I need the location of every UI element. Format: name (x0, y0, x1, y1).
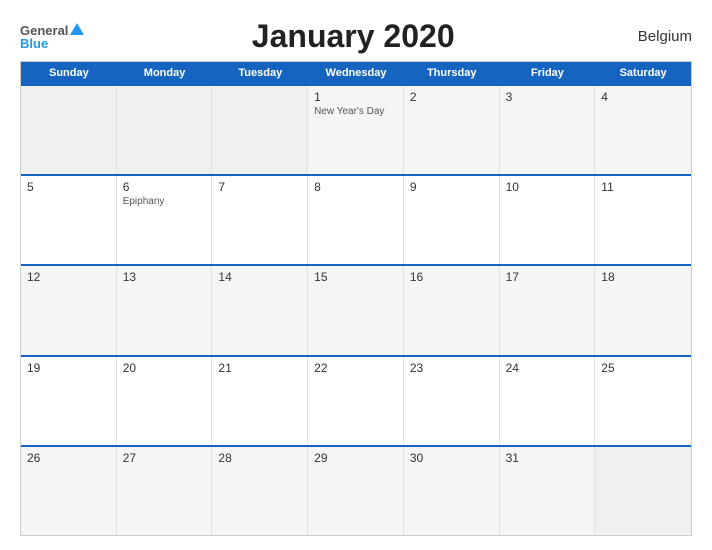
cell-day-number: 2 (410, 90, 493, 104)
cell-event-label: New Year's Day (314, 106, 397, 117)
cell-day-number: 30 (410, 451, 493, 465)
day-header-monday: Monday (117, 62, 213, 84)
calendar-cell: 3 (500, 86, 596, 174)
cell-day-number: 6 (123, 180, 206, 194)
calendar-cell: 10 (500, 176, 596, 264)
day-header-tuesday: Tuesday (212, 62, 308, 84)
cell-day-number: 26 (27, 451, 110, 465)
calendar-cell: 30 (404, 447, 500, 535)
cell-day-number: 18 (601, 270, 685, 284)
calendar-header: SundayMondayTuesdayWednesdayThursdayFrid… (21, 62, 691, 84)
logo: General Blue (20, 24, 84, 50)
cell-event-label: Epiphany (123, 196, 206, 207)
calendar-cell: 26 (21, 447, 117, 535)
cell-day-number: 24 (506, 361, 589, 375)
cell-day-number: 31 (506, 451, 589, 465)
calendar-cell: 9 (404, 176, 500, 264)
day-header-friday: Friday (500, 62, 596, 84)
calendar-cell: 23 (404, 357, 500, 445)
calendar-cell: 7 (212, 176, 308, 264)
calendar-cell: 13 (117, 266, 213, 354)
cell-day-number: 23 (410, 361, 493, 375)
country-label: Belgium (622, 28, 692, 45)
calendar-week-4: 19 20 21 22 23 24 25 (21, 355, 691, 445)
cell-day-number: 21 (218, 361, 301, 375)
calendar-cell: 15 (308, 266, 404, 354)
calendar-body: 1New Year's Day23456Epiphany789101112131… (21, 84, 691, 535)
day-header-sunday: Sunday (21, 62, 117, 84)
calendar-cell (595, 447, 691, 535)
cell-day-number: 28 (218, 451, 301, 465)
calendar-cell: 16 (404, 266, 500, 354)
cell-day-number: 11 (601, 180, 685, 194)
cell-day-number: 8 (314, 180, 397, 194)
calendar-cell: 22 (308, 357, 404, 445)
calendar-cell: 19 (21, 357, 117, 445)
calendar-cell: 28 (212, 447, 308, 535)
cell-day-number: 14 (218, 270, 301, 284)
calendar-cell: 31 (500, 447, 596, 535)
calendar-cell: 17 (500, 266, 596, 354)
calendar-cell (117, 86, 213, 174)
calendar-week-3: 12 13 14 15 16 17 18 (21, 264, 691, 354)
cell-day-number: 5 (27, 180, 110, 194)
logo-blue-text: Blue (20, 37, 48, 50)
calendar-week-2: 56 Epiphany 789 10 11 (21, 174, 691, 264)
calendar-page: General Blue January 2020 Belgium Sunday… (0, 0, 712, 550)
calendar-week-5: 26 27 28 29 30 31 (21, 445, 691, 535)
calendar-grid: SundayMondayTuesdayWednesdayThursdayFrid… (20, 61, 692, 536)
logo-triangle-icon (70, 23, 84, 35)
day-header-thursday: Thursday (404, 62, 500, 84)
cell-day-number: 29 (314, 451, 397, 465)
logo-general-text: General (20, 24, 68, 37)
calendar-cell (21, 86, 117, 174)
day-header-wednesday: Wednesday (308, 62, 404, 84)
cell-day-number: 15 (314, 270, 397, 284)
day-header-saturday: Saturday (595, 62, 691, 84)
calendar-cell: 18 (595, 266, 691, 354)
cell-day-number: 17 (506, 270, 589, 284)
header: General Blue January 2020 Belgium (20, 18, 692, 55)
calendar-cell: 27 (117, 447, 213, 535)
calendar-cell: 8 (308, 176, 404, 264)
cell-day-number: 12 (27, 270, 110, 284)
cell-day-number: 22 (314, 361, 397, 375)
calendar-cell: 11 (595, 176, 691, 264)
calendar-cell: 29 (308, 447, 404, 535)
calendar-cell: 1 New Year's Day (308, 86, 404, 174)
cell-day-number: 13 (123, 270, 206, 284)
calendar-cell: 2 (404, 86, 500, 174)
cell-day-number: 25 (601, 361, 685, 375)
calendar-cell: 5 (21, 176, 117, 264)
calendar-cell: 4 (595, 86, 691, 174)
cell-day-number: 7 (218, 180, 301, 194)
calendar-cell: 24 (500, 357, 596, 445)
cell-day-number: 10 (506, 180, 589, 194)
calendar-week-1: 1 New Year's Day 234 (21, 84, 691, 174)
cell-day-number: 27 (123, 451, 206, 465)
calendar-cell (212, 86, 308, 174)
cell-day-number: 19 (27, 361, 110, 375)
calendar-cell: 6 Epiphany (117, 176, 213, 264)
cell-day-number: 3 (506, 90, 589, 104)
calendar-cell: 14 (212, 266, 308, 354)
calendar-cell: 20 (117, 357, 213, 445)
calendar-cell: 25 (595, 357, 691, 445)
calendar-cell: 12 (21, 266, 117, 354)
cell-day-number: 16 (410, 270, 493, 284)
cell-day-number: 1 (314, 90, 397, 104)
calendar-title: January 2020 (84, 18, 622, 55)
cell-day-number: 4 (601, 90, 685, 104)
calendar-cell: 21 (212, 357, 308, 445)
cell-day-number: 20 (123, 361, 206, 375)
cell-day-number: 9 (410, 180, 493, 194)
